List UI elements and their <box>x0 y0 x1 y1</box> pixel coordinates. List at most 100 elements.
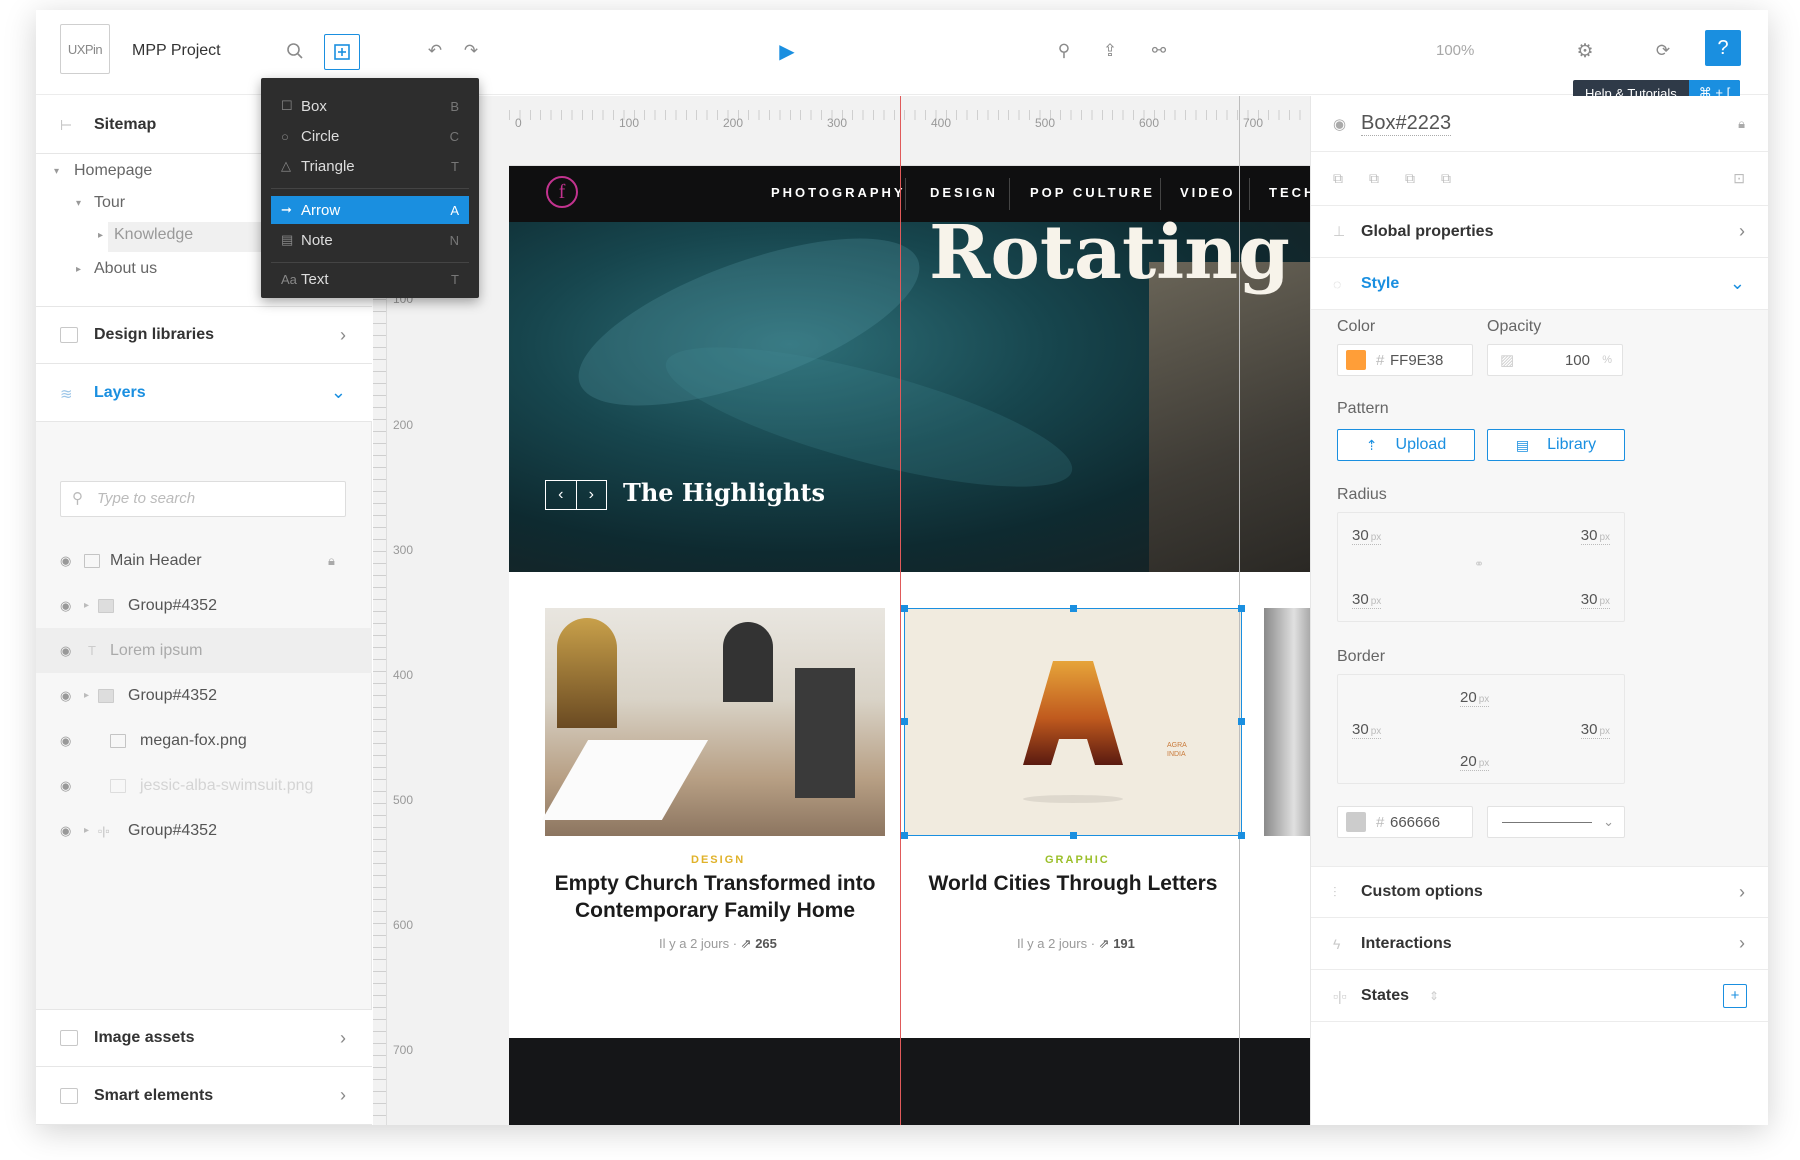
radius-top-right[interactable]: 30 px <box>1580 527 1610 545</box>
color-swatch[interactable] <box>1346 350 1366 370</box>
upload-button[interactable]: ⇡ Upload <box>1337 429 1475 461</box>
border-color-field[interactable]: # 666666 <box>1337 806 1473 838</box>
comment-user-icon[interactable]: ⚲ <box>1049 36 1079 66</box>
layer-row-hidden[interactable]: ◉ jessic-alba-swimsuit.png <box>36 763 372 808</box>
expand-caret-icon[interactable]: ▸ <box>98 230 103 241</box>
border-style-select[interactable]: ⌄ <box>1487 806 1625 838</box>
resize-handle[interactable] <box>901 718 908 725</box>
element-name-field[interactable]: Box#2223 <box>1361 112 1452 136</box>
uxpin-logo[interactable]: UXPin <box>60 24 110 74</box>
caret-right-icon[interactable]: ▸ <box>84 690 89 701</box>
align-icon[interactable]: ⊡ <box>1733 170 1745 187</box>
link-icon[interactable]: ⚭ <box>1474 557 1484 571</box>
tree-item-homepage[interactable]: Homepage <box>74 162 152 180</box>
project-name[interactable]: MPP Project <box>132 42 221 60</box>
nav-link-tech[interactable]: TECH <box>1269 185 1310 200</box>
partial-card-image[interactable] <box>1264 608 1310 836</box>
arrow-right-icon[interactable]: › <box>577 481 607 509</box>
add-state-button[interactable]: + <box>1723 983 1747 1008</box>
resize-handle[interactable] <box>901 605 908 612</box>
expand-caret-icon[interactable]: ▾ <box>54 166 59 177</box>
redo-icon[interactable]: ↷ <box>456 36 486 66</box>
tree-item-tour[interactable]: Tour <box>94 194 125 212</box>
layer-row-selected[interactable]: ◉ T Lorem ipsum <box>36 628 372 673</box>
lock-icon[interactable]: 🔒︎ <box>1738 116 1745 132</box>
zoom-level[interactable]: 100% <box>1436 42 1474 59</box>
layer-row[interactable]: ◉ Main Header 🔒︎ <box>36 538 372 583</box>
radius-bottom-left[interactable]: 30 px <box>1352 591 1382 609</box>
nav-link-pop-culture[interactable]: POP CULTURE <box>1030 185 1155 200</box>
send-to-back-icon[interactable]: ⧉ <box>1441 170 1451 187</box>
expand-caret-icon[interactable]: ▾ <box>76 198 81 209</box>
nav-link-design[interactable]: DESIGN <box>930 185 998 200</box>
layer-row[interactable]: ◉ ▸ Group#4352 <box>36 583 372 628</box>
sort-icon[interactable]: ⇕ <box>1429 989 1439 1003</box>
resize-handle[interactable] <box>1070 605 1077 612</box>
layer-row[interactable]: ◉ megan-fox.png <box>36 718 372 763</box>
add-element-icon[interactable] <box>324 34 360 70</box>
states-row[interactable]: ▫|▫ States ⇕ + <box>1311 970 1768 1022</box>
tool-box[interactable]: ☐ Box B <box>271 92 469 120</box>
eye-icon[interactable]: ◉ <box>60 733 71 749</box>
caret-right-icon[interactable]: ▸ <box>84 825 89 836</box>
eye-icon[interactable]: ◉ <box>60 688 71 704</box>
smart-elements-row[interactable]: Smart elements › <box>36 1067 372 1125</box>
letter-a-artwork[interactable]: AGRA INDIA <box>904 608 1242 836</box>
tool-arrow[interactable]: ➞ Arrow A <box>271 196 469 224</box>
border-color-swatch[interactable] <box>1346 812 1366 832</box>
eye-icon[interactable]: ◉ <box>60 643 71 659</box>
border-right[interactable]: 30 px <box>1580 721 1610 739</box>
settings-gear-icon[interactable]: ⚙ <box>1570 36 1600 66</box>
radius-bottom-right[interactable]: 30 px <box>1580 591 1610 609</box>
layers-row[interactable]: ≋ Layers ⌄ <box>36 364 372 422</box>
radius-top-left[interactable]: 30 px <box>1352 527 1382 545</box>
design-libraries-row[interactable]: Design libraries › <box>36 306 372 364</box>
eye-icon[interactable]: ◉ <box>60 553 71 569</box>
send-backward-icon[interactable]: ⧉ <box>1405 170 1415 187</box>
eye-icon[interactable]: ◉ <box>60 823 71 839</box>
resize-handle[interactable] <box>1238 605 1245 612</box>
resize-handle[interactable] <box>901 832 908 839</box>
design-canvas[interactable]: 0 100 200 300 400 500 600 700 f PHOTOGRA… <box>509 96 1310 1125</box>
layer-row[interactable]: ◉ ▸ Group#4352 <box>36 673 372 718</box>
site-logo[interactable]: f <box>546 176 578 208</box>
highlights-heading[interactable]: The Highlights <box>623 478 825 507</box>
border-bottom[interactable]: 20 px <box>1460 753 1490 771</box>
opacity-field[interactable]: ▨ 100 % <box>1487 344 1623 376</box>
card-title[interactable]: Empty Church Transformed into Contempora… <box>545 870 885 924</box>
expand-caret-icon[interactable]: ▸ <box>76 264 81 275</box>
resize-handle[interactable] <box>1238 832 1245 839</box>
nav-link-video[interactable]: VIDEO <box>1180 185 1235 200</box>
style-row[interactable]: ◌ Style ⌄ <box>1311 258 1768 310</box>
tool-text[interactable]: Aa Text T <box>271 262 469 296</box>
tool-circle[interactable]: ○ Circle C <box>271 122 469 150</box>
image-assets-row[interactable]: Image assets › <box>36 1009 372 1067</box>
help-button[interactable]: ? <box>1705 30 1741 66</box>
lock-icon[interactable]: 🔒︎ <box>328 553 335 569</box>
global-properties-row[interactable]: ⊥ Global properties › <box>1311 206 1768 258</box>
eye-icon[interactable]: ◉ <box>60 778 71 794</box>
play-preview-icon[interactable]: ▶ <box>772 36 802 66</box>
nav-link-photography[interactable]: PHOTOGRAPHY <box>771 185 906 200</box>
export-icon[interactable]: ⇪ <box>1095 36 1125 66</box>
color-field[interactable]: # FF9E38 <box>1337 344 1473 376</box>
search-icon[interactable] <box>280 36 310 66</box>
tree-item-about[interactable]: About us <box>94 260 157 278</box>
layers-search-input[interactable]: ⚲ Type to search <box>60 481 346 517</box>
undo-icon[interactable]: ↶ <box>420 36 450 66</box>
tool-note[interactable]: ▤ Note N <box>271 226 469 254</box>
custom-options-row[interactable]: ⫶ Custom options › <box>1311 866 1768 918</box>
tool-triangle[interactable]: △ Triangle T <box>271 152 469 180</box>
card-title[interactable]: World Cities Through Letters <box>904 870 1242 897</box>
border-top[interactable]: 20 px <box>1460 689 1490 707</box>
border-left[interactable]: 30 px <box>1352 721 1382 739</box>
eye-icon[interactable]: ◉ <box>60 598 71 614</box>
share-icon[interactable]: ⚯ <box>1144 36 1174 66</box>
resize-handle[interactable] <box>1238 718 1245 725</box>
arrow-left-icon[interactable]: ‹ <box>546 481 577 509</box>
caret-right-icon[interactable]: ▸ <box>84 600 89 611</box>
bring-forward-icon[interactable]: ⧉ <box>1369 170 1379 187</box>
interactions-row[interactable]: ϟ Interactions › <box>1311 918 1768 970</box>
church-interior-photo[interactable] <box>541 608 885 836</box>
layer-row[interactable]: ◉ ▸ ▫|▫ Group#4352 <box>36 808 372 853</box>
